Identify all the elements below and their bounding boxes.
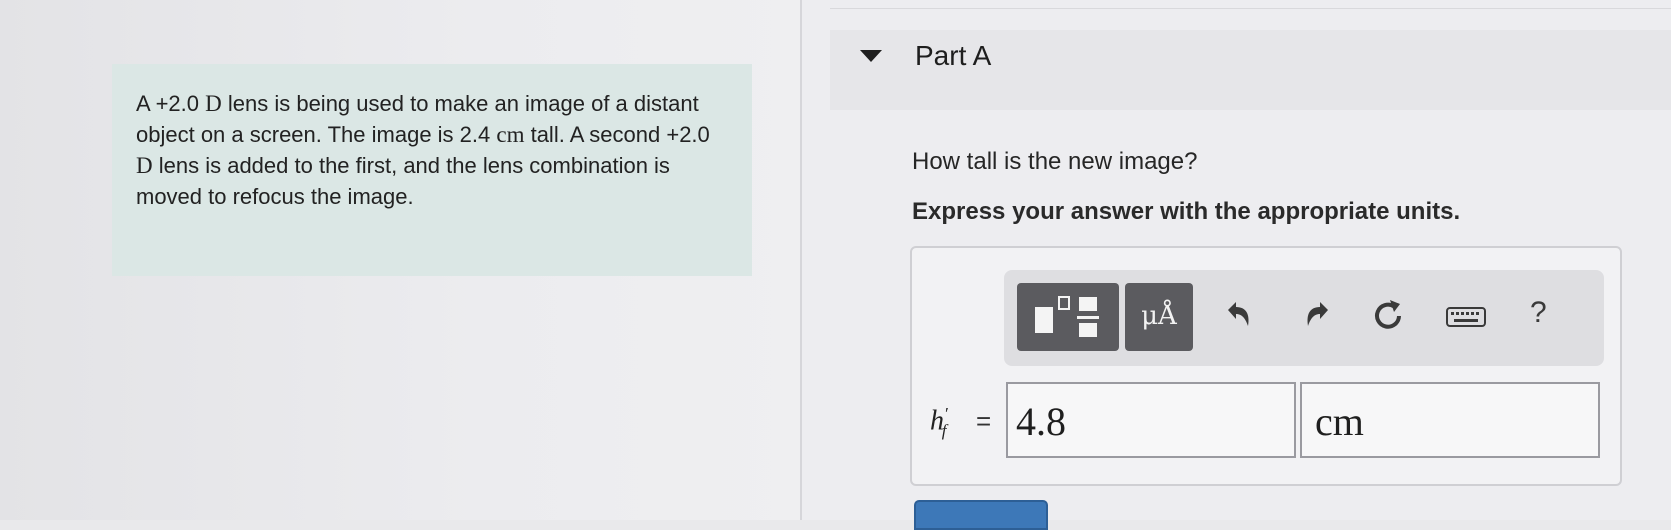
answer-variable-label: h′f	[930, 404, 948, 441]
problem-unit-diopter: D	[205, 91, 222, 116]
part-title: Part A	[915, 40, 992, 71]
answer-unit-input[interactable]: cm	[1300, 382, 1600, 458]
variable-subscript: f	[941, 420, 947, 440]
answer-unit: cm	[1315, 399, 1364, 444]
units-button[interactable]: μÅ	[1125, 283, 1193, 351]
templates-button[interactable]	[1017, 283, 1119, 351]
problem-unit-diopter-2: D	[136, 153, 153, 178]
equals-sign: =	[976, 406, 992, 436]
collapse-caret-icon[interactable]	[860, 50, 882, 62]
templates-icon	[1035, 296, 1099, 337]
problem-text-3: tall. A second +2.0	[524, 122, 710, 147]
submit-button[interactable]	[914, 500, 1048, 530]
reset-icon[interactable]	[1368, 296, 1408, 336]
problem-text-4: lens is added to the first, and the lens…	[136, 153, 670, 209]
problem-text-1: A +2.0	[136, 91, 206, 116]
problem-statement: A +2.0 D lens is being used to make an i…	[112, 64, 752, 276]
question-text: How tall is the new image?	[912, 148, 1198, 175]
undo-icon[interactable]	[1218, 296, 1258, 336]
redo-icon[interactable]	[1298, 296, 1338, 336]
instruction-text: Express your answer with the appropriate…	[912, 198, 1461, 225]
units-button-label: μÅ	[1141, 301, 1177, 331]
top-rule	[830, 8, 1671, 9]
answer-value: 4.8	[1016, 399, 1066, 444]
help-button[interactable]: ?	[1530, 296, 1547, 330]
problem-unit-cm: cm	[496, 122, 525, 147]
answer-value-input[interactable]: 4.8	[1006, 382, 1296, 458]
keyboard-icon[interactable]	[1444, 296, 1488, 336]
